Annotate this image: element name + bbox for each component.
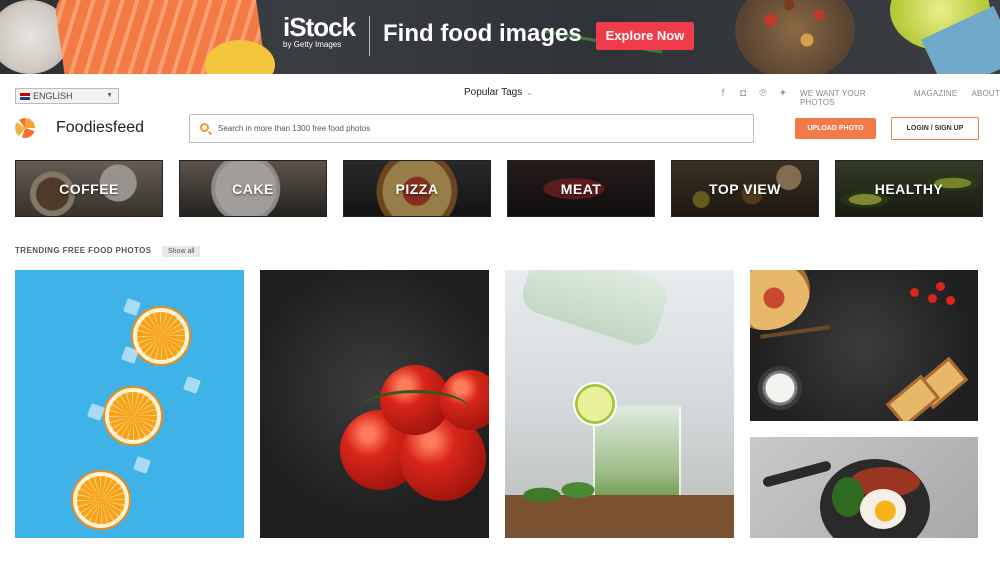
glass-bottle [517,270,673,350]
search-input[interactable] [218,115,738,142]
photo-oranges-on-blue[interactable] [15,270,244,538]
popular-tags-dropdown[interactable]: Popular Tags ⌄ [464,87,533,98]
ice-cube [183,376,201,394]
ice-cube [123,298,141,316]
top-nav-links: WE WANT YOUR PHOTOS MAGAZINE ABOUT [800,89,1000,107]
istock-ad-banner[interactable]: iStock by Getty Images Find food images … [0,0,1000,74]
lime-slice [573,382,617,426]
link-we-want-your-photos[interactable]: WE WANT YOUR PHOTOS [800,89,900,107]
category-label: COFFEE [16,161,162,216]
search-bar [189,114,754,143]
vine [360,390,470,430]
photo-mojito-pour[interactable] [505,270,734,538]
category-label: CAKE [180,161,326,216]
category-label: MEAT [508,161,654,216]
cherry-tomato [946,296,955,305]
popular-tags-label: Popular Tags [464,87,523,98]
social-links: f ◘ ℗ ✦ [718,88,788,99]
foodiesfeed-logo-icon [15,118,35,138]
category-tile-healthy[interactable]: HEALTHY [835,160,983,217]
explore-now-button[interactable]: Explore Now [596,22,694,50]
mint-leaves [515,470,605,520]
instagram-icon[interactable]: ◘ [738,88,748,99]
banner-headline: Find food images [383,20,582,47]
chevron-down-icon: ⌄ [526,88,533,97]
photo-pizza-slices[interactable] [750,270,978,421]
trending-section-title: TRENDING FREE FOOD PHOTOS [15,246,152,255]
show-all-button[interactable]: Show all [162,246,201,257]
category-tile-pizza[interactable]: PIZZA [343,160,491,217]
twitter-icon[interactable]: ✦ [778,88,788,99]
pan-handle [761,460,833,488]
search-icon [200,123,209,132]
category-tile-cake[interactable]: CAKE [179,160,327,217]
category-tile-meat[interactable]: MEAT [507,160,655,217]
upload-photo-button[interactable]: UPLOAD PHOTO [795,118,876,139]
istock-logo: iStock by Getty Images [283,12,356,50]
site-brand[interactable]: Foodiesfeed [15,118,144,138]
facebook-icon[interactable]: f [718,88,728,99]
banner-divider [369,16,370,56]
login-signup-button[interactable]: LOGIN / SIGN UP [891,117,979,140]
category-tile-top-view[interactable]: TOP VIEW [671,160,819,217]
category-label: HEALTHY [836,161,982,216]
pinterest-icon[interactable]: ℗ [758,88,768,99]
cherry-tomato [936,282,945,291]
ice-cube [133,456,151,474]
fried-egg [860,489,906,529]
cherry-tomato [910,288,919,297]
photo-tomatoes[interactable] [260,270,489,538]
pizza [750,270,810,330]
caret-down-icon: ▼ [106,92,113,99]
site-name: Foodiesfeed [56,119,145,136]
orange-slice [133,308,189,364]
category-label: TOP VIEW [672,161,818,216]
category-tile-coffee[interactable]: COFFEE [15,160,163,217]
language-select[interactable]: ENGLISH ▼ [15,88,119,104]
photo-shakshuka-pan[interactable] [750,437,978,538]
banner-peppercorns [735,0,855,74]
uk-flag-icon [20,93,30,101]
orange-slice [105,388,161,444]
language-label: ENGLISH [33,91,73,101]
ice-cube [87,403,105,421]
cherry-tomato [928,294,937,303]
link-about[interactable]: ABOUT [971,89,1000,107]
flour-bowl [758,366,802,410]
link-magazine[interactable]: MAGAZINE [914,89,957,107]
category-tiles: COFFEE CAKE PIZZA MEAT TOP VIEW HEALTHY [15,160,983,217]
istock-logo-text: iStock [283,12,356,42]
category-label: PIZZA [344,161,490,216]
orange-slice [73,472,129,528]
